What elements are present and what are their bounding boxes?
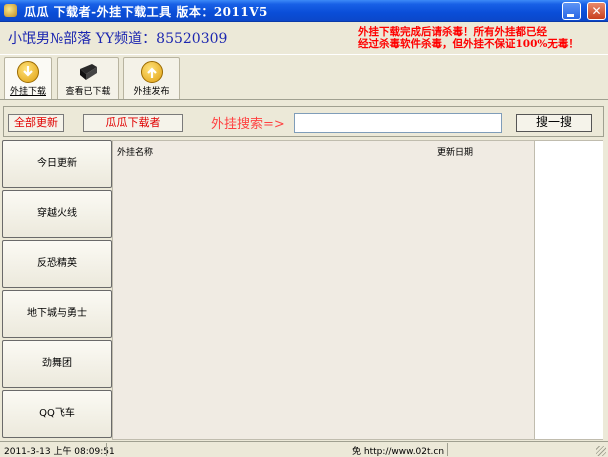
window-title: 瓜瓜 下载者-外挂下载工具 版本：2011V5: [24, 5, 268, 19]
status-bar: 2011-3-13 上午 08:09:51 免 http://www.02t.c…: [0, 441, 608, 457]
sidebar-item-qq-speed[interactable]: QQ飞车: [2, 390, 112, 438]
column-header-date[interactable]: 更新日期: [437, 145, 473, 158]
sidebar-item-dnf[interactable]: 地下城与勇士: [2, 290, 112, 338]
sidebar-item-counter-strike[interactable]: 反恐精英: [2, 240, 112, 288]
toolbar: 外挂下载 查看已下载 外挂发布: [0, 54, 608, 100]
search-bar: 全部更新 瓜瓜下载者 外挂搜索=> 搜一搜: [3, 106, 604, 137]
virus-warning-line1: 外挂下载完成后请杀毒！所有外挂都已经: [358, 26, 547, 38]
tab-view-downloaded[interactable]: 查看已下载: [57, 57, 119, 99]
download-arrow-icon: [17, 61, 39, 83]
detail-panel: [534, 141, 603, 439]
sidebar-item-today[interactable]: 今日更新: [2, 140, 112, 188]
app-icon: [4, 4, 17, 17]
tab-publish-label: 外挂发布: [133, 87, 170, 97]
folder-icon: [77, 61, 99, 83]
sidebar-item-crossfire[interactable]: 穿越火线: [2, 190, 112, 238]
minimize-button[interactable]: [562, 2, 581, 20]
resize-grip-icon[interactable]: [596, 446, 606, 456]
channel-info: 小氓男№部落 YY频道：85520309: [8, 31, 228, 47]
close-button[interactable]: ✕: [587, 2, 606, 20]
virus-warning: 外挂下载完成后请杀毒！所有外挂都已经 经过杀毒软件杀毒，但外挂不保证100%无毒…: [358, 26, 604, 50]
plugin-list[interactable]: 外挂名称 更新日期: [112, 140, 603, 440]
status-url[interactable]: 免 http://www.02t.cn: [352, 444, 444, 457]
tab-download[interactable]: 外挂下载: [4, 57, 52, 99]
search-input[interactable]: [294, 113, 502, 133]
guagua-downloader-button[interactable]: 瓜瓜下载者: [83, 114, 183, 132]
sidebar-item-audition[interactable]: 劲舞团: [2, 340, 112, 388]
title-bar[interactable]: 瓜瓜 下载者-外挂下载工具 版本：2011V5 ✕: [0, 0, 608, 22]
status-divider: [447, 443, 448, 456]
search-label: 外挂搜索=>: [211, 117, 285, 132]
column-header-name[interactable]: 外挂名称: [117, 145, 153, 158]
update-all-button[interactable]: 全部更新: [8, 114, 64, 132]
status-divider: [106, 443, 107, 456]
upload-arrow-icon: [140, 61, 163, 83]
tab-view-downloaded-label: 查看已下载: [65, 87, 111, 97]
search-button[interactable]: 搜一搜: [516, 114, 592, 132]
tab-download-label: 外挂下载: [9, 87, 46, 97]
category-sidebar: 今日更新 穿越火线 反恐精英 地下城与勇士 劲舞团 QQ飞车: [2, 140, 112, 440]
virus-warning-line2: 经过杀毒软件杀毒，但外挂不保证100%无毒！: [358, 38, 579, 50]
status-datetime: 2011-3-13 上午 08:09:51: [4, 447, 115, 457]
tab-publish[interactable]: 外挂发布: [123, 57, 180, 99]
header: 小氓男№部落 YY频道：85520309 外挂下载完成后请杀毒！所有外挂都已经 …: [0, 22, 608, 54]
